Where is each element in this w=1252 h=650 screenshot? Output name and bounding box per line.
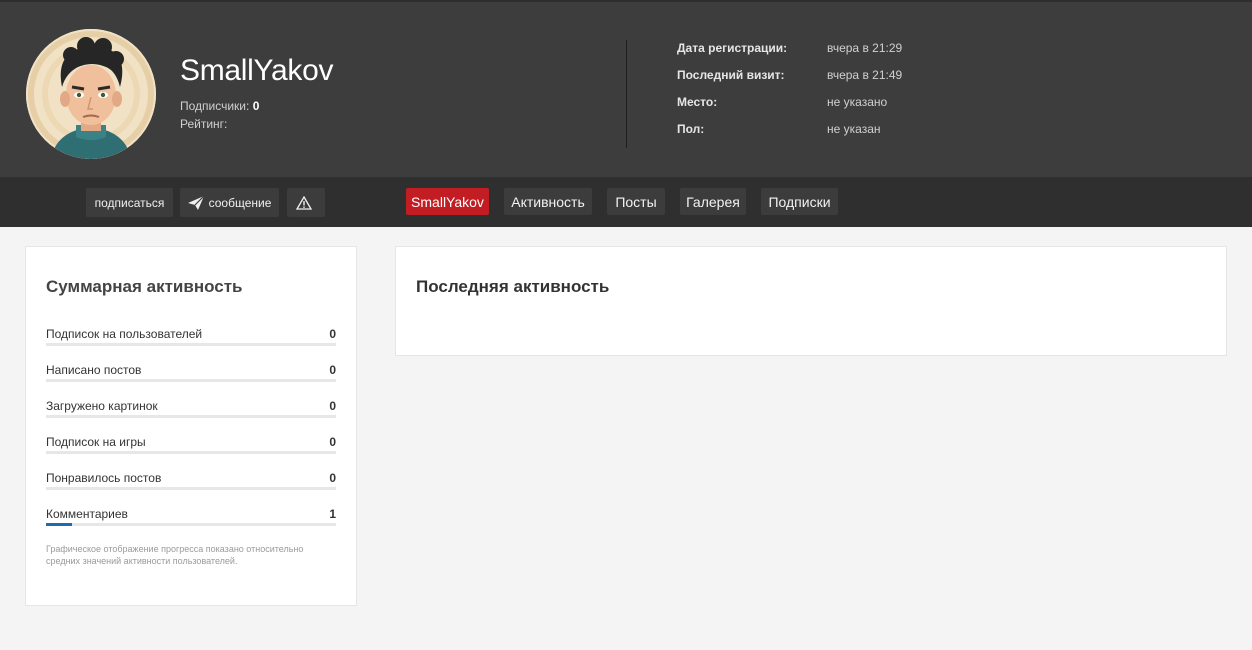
stat-label: Подписок на пользователей bbox=[46, 327, 203, 341]
info-label: Место: bbox=[677, 95, 718, 109]
stat-progress-bar bbox=[46, 379, 336, 382]
tab-label: Посты bbox=[615, 193, 657, 210]
info-label: Дата регистрации: bbox=[677, 41, 788, 55]
report-button[interactable] bbox=[287, 188, 325, 217]
stat-row: Подписок на игры 0 bbox=[46, 435, 336, 457]
profile-navbar: подписаться сообщение SmallYakov Активно… bbox=[0, 177, 1252, 227]
progress-note: Графическое отображение прогресса показа… bbox=[46, 544, 304, 566]
header-divider bbox=[626, 40, 627, 148]
stat-value: 0 bbox=[329, 363, 336, 377]
message-button-label: сообщение bbox=[208, 195, 272, 210]
subscribe-button[interactable]: подписаться bbox=[86, 188, 173, 217]
stat-progress-bar bbox=[46, 343, 336, 346]
subscribers[interactable]: Подписчики: 0 bbox=[180, 99, 259, 113]
summary-title: Суммарная активность bbox=[46, 277, 243, 296]
stat-label: Загружено картинок bbox=[46, 399, 158, 413]
stat-label: Комментариев bbox=[46, 507, 128, 521]
stat-value: 0 bbox=[329, 327, 336, 341]
subscribers-count: 0 bbox=[252, 99, 260, 113]
tab-label: Галерея bbox=[686, 193, 740, 210]
paper-plane-icon bbox=[187, 195, 204, 210]
stat-value: 0 bbox=[329, 471, 336, 485]
stat-row: Понравилось постов 0 bbox=[46, 471, 336, 493]
stat-progress-bar bbox=[46, 487, 336, 490]
rating-label: Рейтинг: bbox=[180, 117, 228, 131]
stat-row: Подписок на пользователей 0 bbox=[46, 327, 336, 349]
info-value: не указано bbox=[827, 95, 888, 109]
stat-progress-bar bbox=[46, 415, 336, 418]
stat-row: Комментариев 1 bbox=[46, 507, 336, 529]
info-label: Последний визит: bbox=[677, 68, 785, 82]
username: SmallYakov bbox=[180, 54, 334, 87]
stat-label: Подписок на игры bbox=[46, 435, 146, 449]
tab-profile[interactable]: SmallYakov bbox=[406, 188, 489, 215]
stat-progress-bar bbox=[46, 523, 336, 526]
tab-activity[interactable]: Активность bbox=[504, 188, 592, 215]
recent-activity-title: Последняя активность bbox=[416, 277, 610, 296]
warning-icon bbox=[295, 195, 312, 210]
stat-value: 0 bbox=[329, 399, 336, 413]
tab-label: Подписки bbox=[768, 193, 831, 210]
info-value: не указан bbox=[827, 122, 881, 136]
stat-value: 1 bbox=[329, 507, 336, 521]
info-label: Пол: bbox=[677, 122, 705, 136]
tab-subscriptions[interactable]: Подписки bbox=[761, 188, 838, 215]
message-button[interactable]: сообщение bbox=[180, 188, 279, 217]
tab-gallery[interactable]: Галерея bbox=[680, 188, 746, 215]
stat-row: Написано постов 0 bbox=[46, 363, 336, 385]
stat-label: Понравилось постов bbox=[46, 471, 162, 485]
avatar-image bbox=[26, 29, 156, 159]
stat-row: Загружено картинок 0 bbox=[46, 399, 336, 421]
avatar[interactable] bbox=[26, 29, 156, 159]
stat-label: Написано постов bbox=[46, 363, 142, 377]
stat-progress-fill bbox=[46, 523, 73, 526]
profile-header: SmallYakov Подписчики: 0 Рейтинг: Дата р… bbox=[0, 0, 1252, 177]
subscribers-label: Подписчики: bbox=[180, 99, 250, 113]
stat-progress-bar bbox=[46, 451, 336, 454]
info-value: вчера в 21:49 bbox=[827, 68, 903, 82]
tab-label: SmallYakov bbox=[411, 193, 484, 210]
subscribe-button-label: подписаться bbox=[94, 195, 165, 210]
summary-activity-card: Суммарная активность Подписок на пользов… bbox=[25, 246, 357, 606]
tab-posts[interactable]: Посты bbox=[607, 188, 665, 215]
tab-label: Активность bbox=[511, 193, 585, 210]
recent-activity-card: Последняя активность bbox=[395, 246, 1227, 356]
info-value: вчера в 21:29 bbox=[827, 41, 903, 55]
stat-value: 0 bbox=[329, 435, 336, 449]
